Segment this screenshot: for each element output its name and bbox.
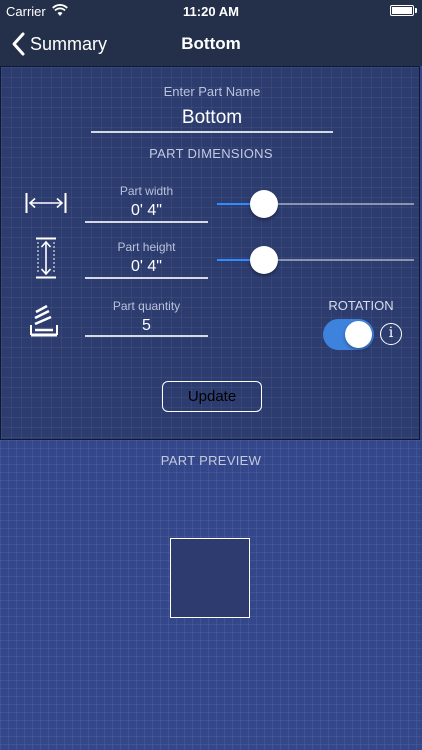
part-preview-shape bbox=[170, 538, 250, 618]
status-bar: Carrier 11:20 AM bbox=[0, 0, 422, 22]
part-preview-area: PART PREVIEW bbox=[0, 440, 422, 750]
battery-icon bbox=[390, 5, 417, 16]
part-name-input[interactable]: Bottom bbox=[91, 107, 333, 129]
part-quantity-label: Part quantity bbox=[112, 299, 181, 313]
navigation-bar: Summary Bottom bbox=[0, 22, 422, 66]
part-quantity-underline bbox=[85, 335, 208, 337]
rotation-toggle[interactable] bbox=[323, 319, 374, 350]
part-name-label: Enter Part Name bbox=[163, 84, 261, 99]
width-arrows-icon bbox=[25, 193, 67, 213]
rotation-label: ROTATION bbox=[328, 298, 394, 313]
status-time: 11:20 AM bbox=[183, 4, 239, 19]
info-icon[interactable]: i bbox=[380, 323, 402, 345]
part-name-underline bbox=[91, 131, 333, 133]
part-dimensions-heading: PART DIMENSIONS bbox=[149, 146, 273, 161]
part-width-underline bbox=[85, 221, 208, 223]
update-button[interactable]: Update bbox=[162, 381, 262, 412]
page-title: Bottom bbox=[181, 34, 241, 53]
part-width-label: Part width bbox=[119, 184, 174, 198]
part-height-value[interactable]: 0' 4" bbox=[85, 258, 208, 276]
height-arrows-icon bbox=[36, 237, 56, 279]
slider-thumb[interactable] bbox=[250, 190, 279, 218]
part-preview-heading: PART PREVIEW bbox=[160, 453, 262, 468]
part-editor-panel: Enter Part Name Bottom PART DIMENSIONS P… bbox=[0, 66, 420, 440]
part-height-underline bbox=[85, 277, 208, 279]
toggle-knob bbox=[345, 321, 372, 348]
battery-level bbox=[392, 7, 412, 14]
stack-quantity-icon bbox=[30, 305, 58, 337]
part-quantity-input[interactable]: 5 bbox=[85, 317, 208, 335]
part-width-value[interactable]: 0' 4" bbox=[85, 202, 208, 220]
part-width-slider[interactable] bbox=[217, 189, 414, 219]
part-height-slider[interactable] bbox=[217, 245, 414, 275]
part-height-label: Part height bbox=[117, 240, 176, 254]
slider-thumb[interactable] bbox=[250, 246, 279, 274]
